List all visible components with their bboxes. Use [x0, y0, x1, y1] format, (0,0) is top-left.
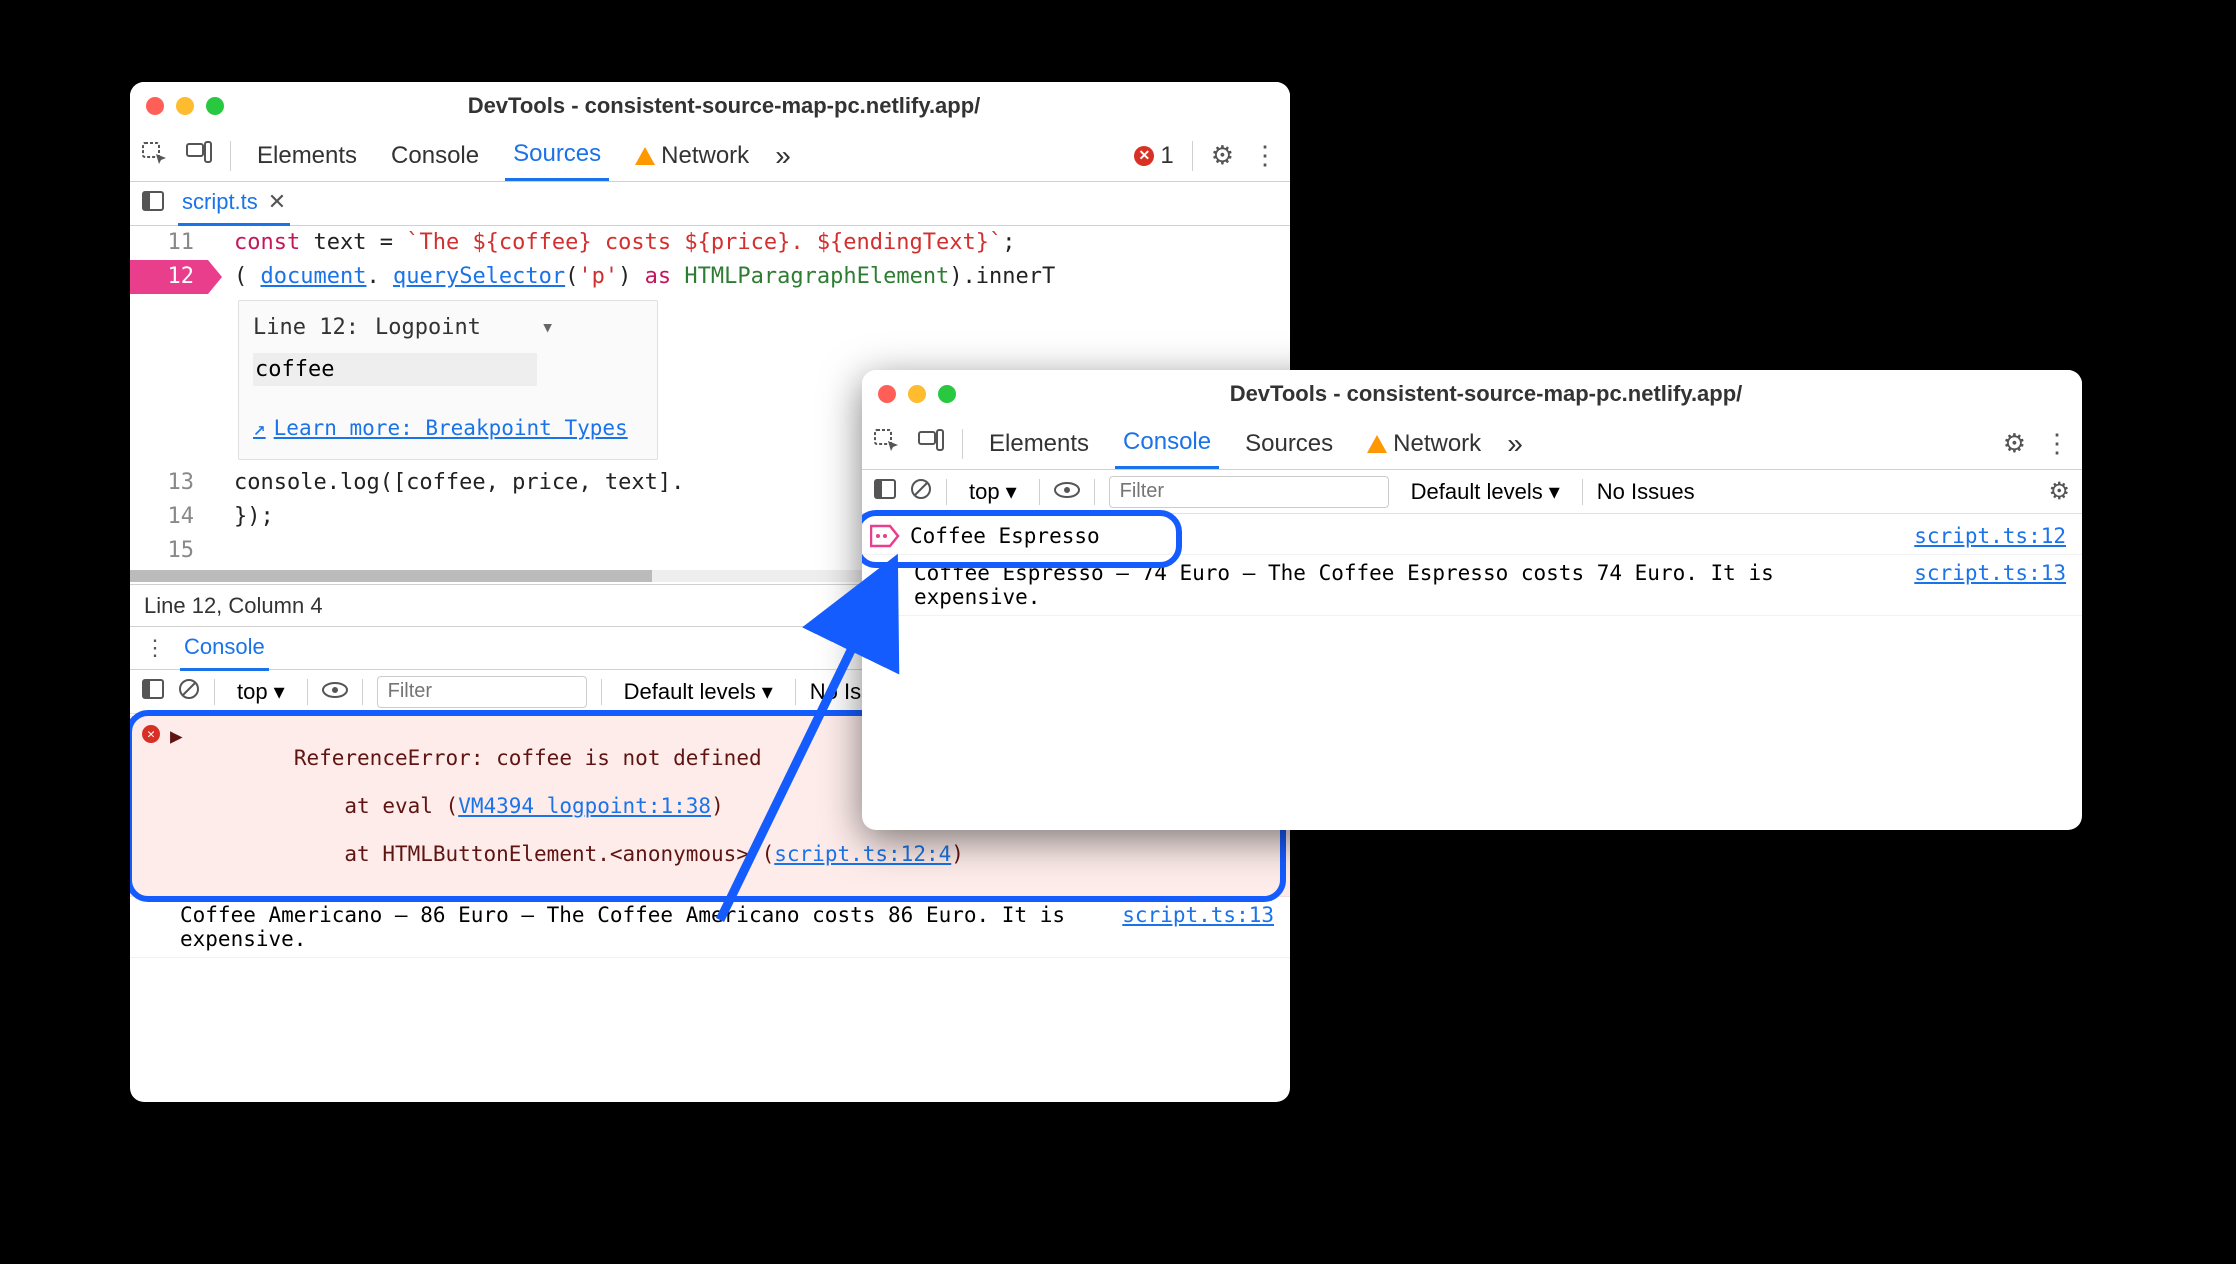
stack-link-script[interactable]: script.ts:12:4	[774, 842, 951, 866]
tab-elements[interactable]: Elements	[249, 132, 365, 180]
inspect-element-icon[interactable]	[874, 429, 900, 458]
close-file-icon[interactable]: ✕	[268, 189, 286, 215]
gutter-line-15[interactable]: 15	[130, 534, 208, 568]
context-selector[interactable]: top ▾	[961, 477, 1025, 507]
main-toolbar: Elements Console Sources Network » ✕ 1 ⚙…	[130, 130, 1290, 182]
clear-console-icon[interactable]	[910, 478, 932, 506]
close-window-button[interactable]	[878, 385, 896, 403]
console-log-row[interactable]: Coffee Espresso – 74 Euro – The Coffee E…	[862, 555, 2082, 616]
titlebar[interactable]: DevTools - consistent-source-map-pc.netl…	[862, 370, 2082, 418]
context-selector[interactable]: top ▾	[229, 677, 293, 707]
device-toolbar-icon[interactable]	[186, 141, 212, 170]
source-link[interactable]: script.ts:13	[1122, 903, 1274, 927]
error-count-badge[interactable]: ✕ 1	[1134, 142, 1173, 170]
issues-link[interactable]: No Issues	[1597, 479, 1695, 505]
code-line-13: console.log([coffee, price, text].	[208, 466, 684, 500]
sidebar-toggle-icon[interactable]	[142, 679, 164, 705]
clear-console-icon[interactable]	[178, 678, 200, 706]
inspect-element-icon[interactable]	[142, 142, 168, 170]
external-link-icon: ↗	[253, 411, 266, 445]
gutter-line-11[interactable]: 11	[130, 226, 208, 260]
console-filter-input[interactable]	[377, 676, 587, 708]
console-log-row[interactable]: Coffee Americano – 86 Euro – The Coffee …	[130, 897, 1290, 958]
breakpoint-editor: Line 12: Logpoint ▾ ↗ Learn more: Breakp…	[238, 300, 658, 460]
error-icon: ✕	[142, 725, 160, 743]
more-tabs[interactable]: »	[775, 140, 791, 172]
drawer-kebab-icon[interactable]: ⋮	[144, 635, 166, 661]
console-toolbar: top ▾ Default levels ▾ No Issues ⚙	[862, 470, 2082, 514]
log-levels-selector[interactable]: Default levels ▾	[616, 677, 781, 707]
tab-network-label: Network	[661, 142, 749, 170]
code-line-15	[208, 534, 234, 568]
console-prompt[interactable]: ❯	[862, 616, 2082, 652]
tab-network[interactable]: Network	[627, 132, 757, 180]
warning-icon	[1367, 435, 1387, 453]
console-logpoint-row[interactable]: Coffee Espresso script.ts:12	[862, 518, 2082, 555]
error-count: 1	[1160, 142, 1173, 170]
gutter-line-12-breakpoint[interactable]: 12	[130, 260, 208, 294]
sidebar-toggle-icon[interactable]	[142, 191, 164, 217]
close-window-button[interactable]	[146, 97, 164, 115]
bp-learn-more-link[interactable]: ↗ Learn more: Breakpoint Types	[253, 411, 643, 445]
chevron-down-icon: ▾	[274, 679, 285, 705]
cursor-position: Line 12, Column 4	[144, 593, 323, 619]
main-toolbar: Elements Console Sources Network » ⚙ ⋮	[862, 418, 2082, 470]
chevron-down-icon: ▾	[541, 311, 554, 345]
device-toolbar-icon[interactable]	[918, 429, 944, 458]
window-title: DevTools - consistent-source-map-pc.netl…	[906, 381, 2066, 407]
tab-console[interactable]: Console	[383, 132, 487, 180]
more-tabs[interactable]: »	[1507, 428, 1523, 460]
gutter-line-14[interactable]: 14	[130, 500, 208, 534]
console-settings-icon[interactable]: ⚙	[2048, 477, 2070, 506]
tab-console[interactable]: Console	[1115, 418, 1219, 469]
logpoint-text: Coffee Espresso	[910, 524, 1904, 548]
bp-type-select[interactable]: Logpoint ▾	[375, 311, 554, 345]
stack-link-vm[interactable]: VM4394 logpoint:1:38	[458, 794, 711, 818]
tab-sources[interactable]: Sources	[505, 130, 609, 181]
console-body: Coffee Espresso script.ts:12 Coffee Espr…	[862, 514, 2082, 654]
code-line-14: });	[208, 500, 274, 534]
log-levels-selector[interactable]: Default levels ▾	[1403, 477, 1568, 507]
error-icon: ✕	[1134, 146, 1154, 166]
code-line-11: const text = `The ${coffee} costs ${pric…	[208, 226, 1016, 260]
file-tabs-bar: script.ts ✕	[130, 182, 1290, 226]
live-expression-icon[interactable]	[322, 679, 348, 705]
gutter-line-13[interactable]: 13	[130, 466, 208, 500]
log-text: Coffee Espresso – 74 Euro – The Coffee E…	[914, 561, 1904, 609]
tab-sources[interactable]: Sources	[1237, 420, 1341, 468]
kebab-menu-icon[interactable]: ⋮	[2044, 428, 2070, 459]
source-link[interactable]: script.ts:13	[1914, 561, 2066, 585]
code-line-12: ( document. querySelector('p') as HTMLPa…	[208, 260, 1055, 294]
log-text: Coffee Americano – 86 Euro – The Coffee …	[180, 903, 1112, 951]
console-filter-input[interactable]	[1109, 476, 1389, 508]
tab-network[interactable]: Network	[1359, 420, 1489, 468]
chevron-down-icon: ▾	[762, 679, 773, 705]
tab-network-label: Network	[1393, 430, 1481, 458]
tab-elements[interactable]: Elements	[981, 420, 1097, 468]
drawer-tab-console[interactable]: Console	[180, 626, 269, 671]
devtools-window-console: DevTools - consistent-source-map-pc.netl…	[862, 370, 2082, 830]
window-title: DevTools - consistent-source-map-pc.netl…	[174, 93, 1274, 119]
sidebar-toggle-icon[interactable]	[874, 479, 896, 505]
chevron-down-icon: ▾	[1006, 479, 1017, 505]
live-expression-icon[interactable]	[1054, 479, 1080, 505]
chevron-down-icon: ▾	[1549, 479, 1560, 505]
kebab-menu-icon[interactable]: ⋮	[1252, 140, 1278, 171]
file-tab-script[interactable]: script.ts ✕	[178, 181, 290, 226]
settings-icon[interactable]: ⚙	[2003, 428, 2026, 459]
bp-expression-input[interactable]	[253, 353, 537, 386]
bp-line-label: Line 12:	[253, 311, 359, 345]
file-tab-label: script.ts	[182, 189, 258, 215]
source-link[interactable]: script.ts:12	[1914, 524, 2066, 548]
logpoint-badge-icon	[870, 524, 900, 548]
expand-caret-icon[interactable]: ▶	[170, 724, 183, 748]
warning-icon	[635, 147, 655, 165]
settings-icon[interactable]: ⚙	[1211, 140, 1234, 171]
titlebar[interactable]: DevTools - consistent-source-map-pc.netl…	[130, 82, 1290, 130]
